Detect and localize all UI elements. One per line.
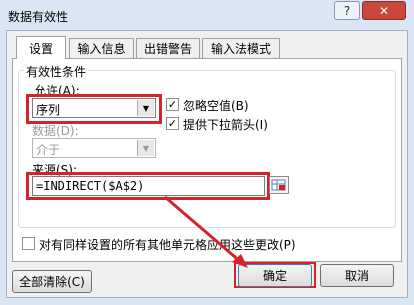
tab-settings[interactable]: 设置 <box>16 36 66 59</box>
